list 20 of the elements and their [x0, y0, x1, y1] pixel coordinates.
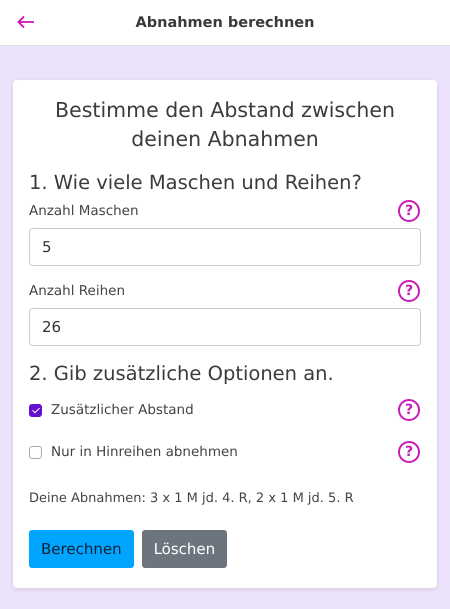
- checkbox-label[interactable]: Nur in Hinreihen abnehmen: [51, 444, 398, 460]
- page-title: Abnahmen berechnen: [136, 14, 314, 30]
- section-heading: 2. Gib zusätzliche Optionen an.: [29, 362, 335, 385]
- input-field[interactable]: 5: [29, 228, 421, 266]
- help-icon[interactable]: ?: [398, 399, 420, 421]
- calculate-button[interactable]: Berechnen: [29, 530, 134, 568]
- help-icon[interactable]: ?: [398, 280, 420, 302]
- clear-button[interactable]: Löschen: [142, 530, 228, 568]
- input-field[interactable]: 26: [29, 308, 421, 346]
- field-label: Anzahl Reihen: [29, 283, 125, 299]
- checkbox[interactable]: [29, 404, 42, 416]
- card-title: Bestimme den Abstand zwischen deinen Abnahmen: [54, 97, 396, 153]
- result-text: Deine Abnahmen: 3 x 1 M jd. 4. R, 2 x 1 M jd. 5. R: [29, 491, 355, 506]
- checkbox-label[interactable]: Zusätzlicher Abstand: [51, 402, 398, 418]
- help-icon[interactable]: ?: [398, 200, 420, 222]
- section-heading: 1. Wie viele Maschen und Reihen?: [29, 171, 363, 194]
- checkbox[interactable]: [29, 446, 42, 458]
- back-arrow-icon[interactable]: [17, 15, 35, 29]
- field-label: Anzahl Maschen: [29, 203, 139, 219]
- help-icon[interactable]: ?: [398, 441, 420, 463]
